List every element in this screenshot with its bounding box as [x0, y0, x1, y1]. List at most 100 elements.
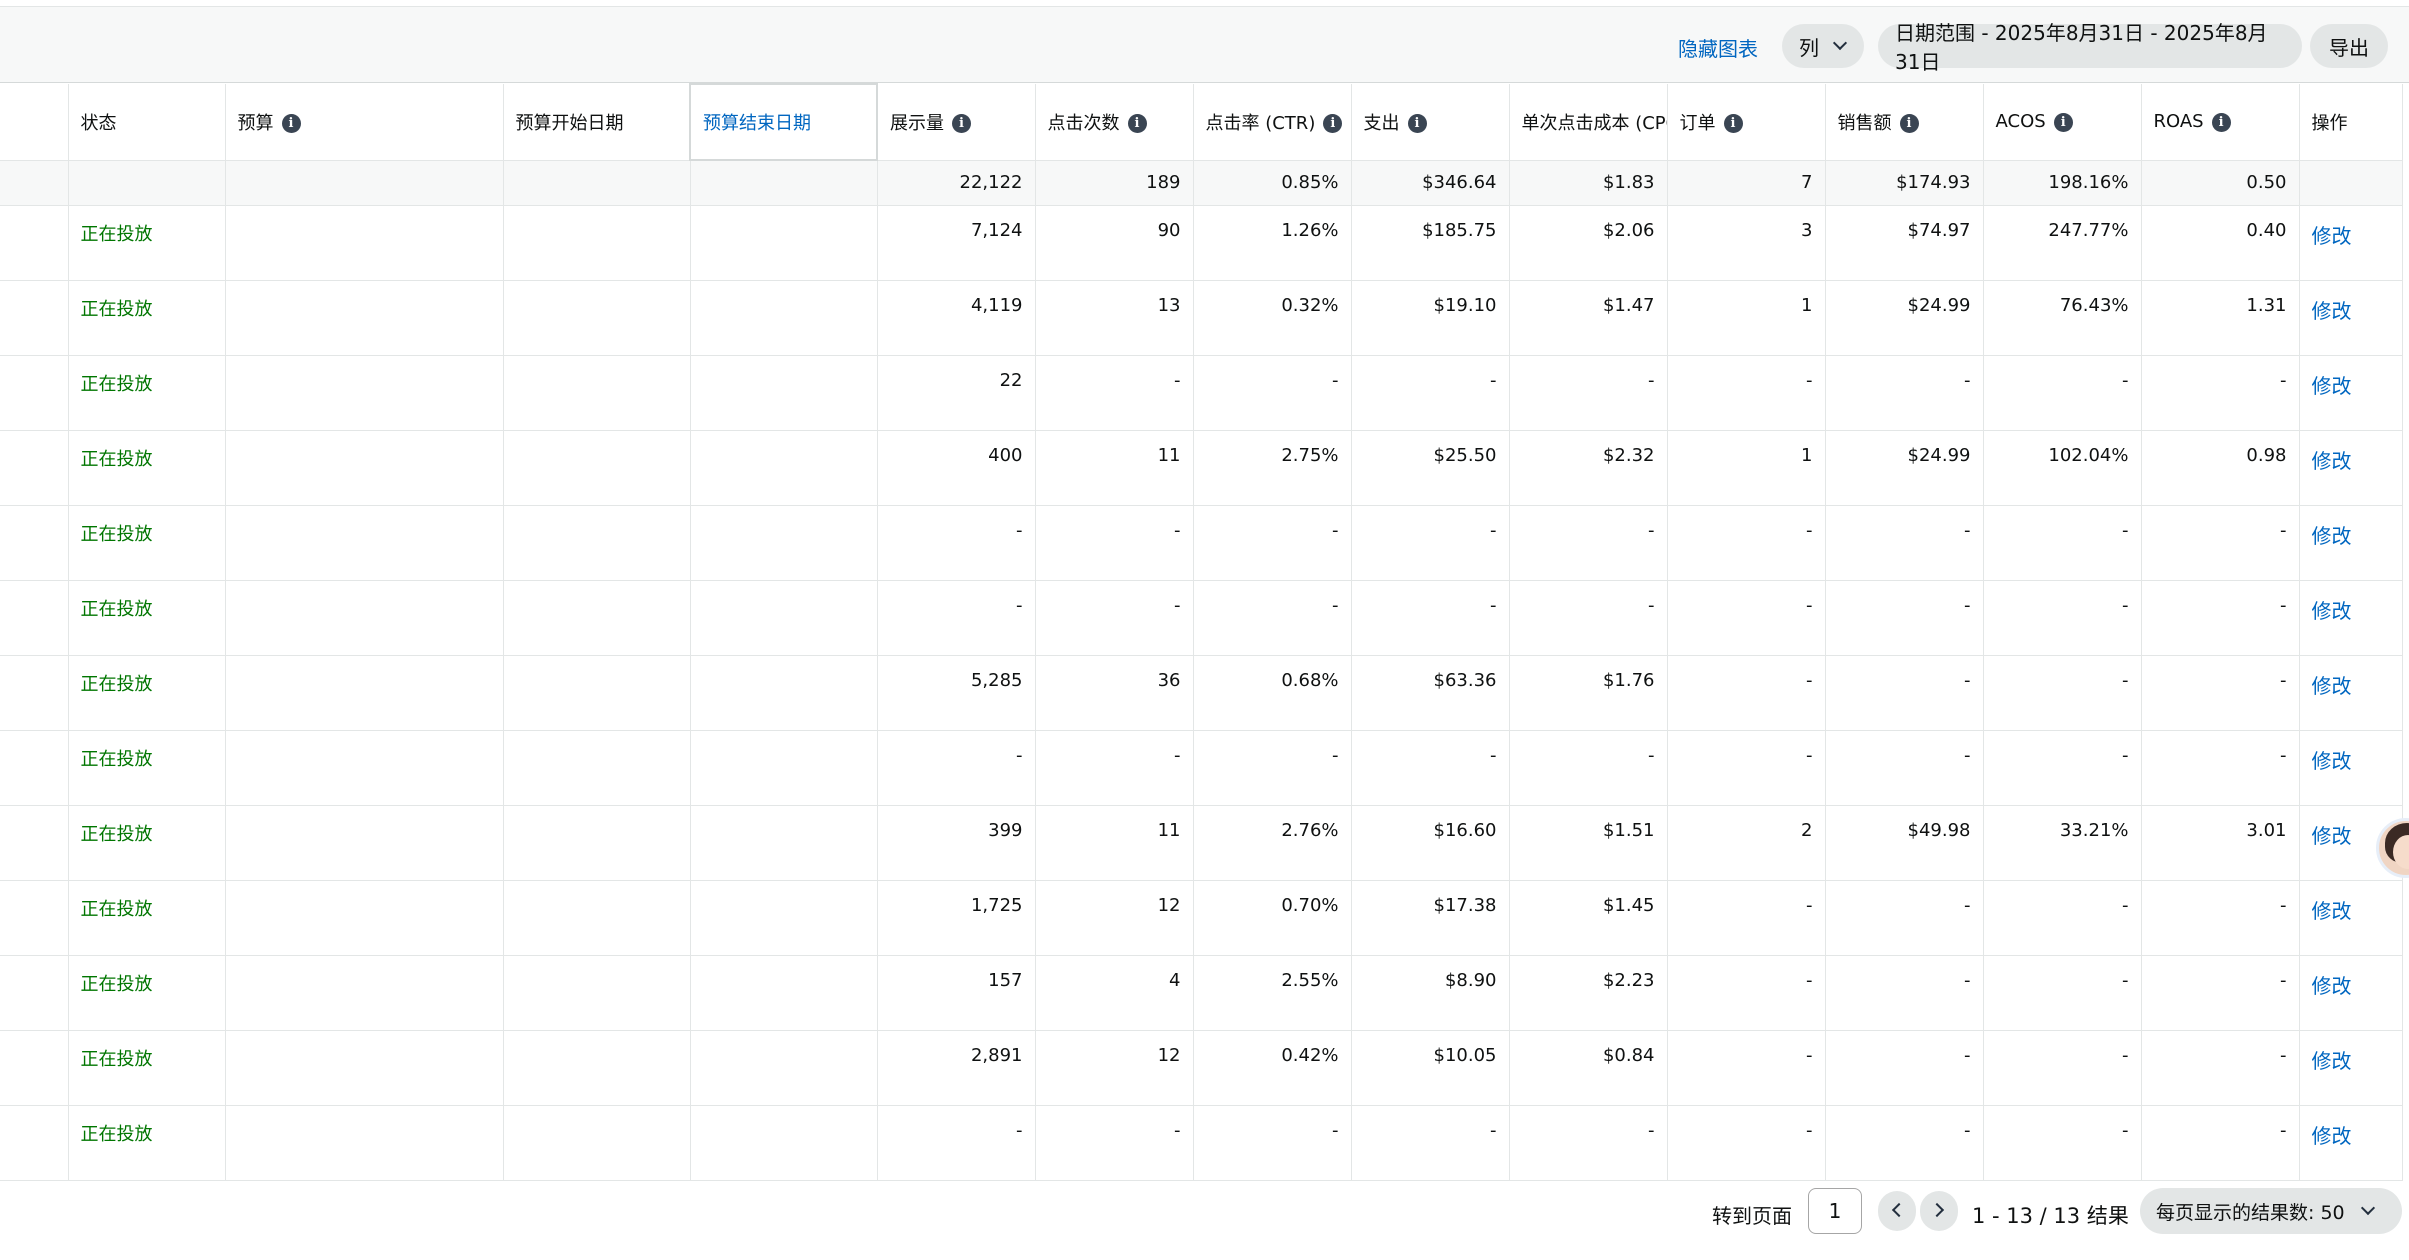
column-header[interactable]: 单次点击成本 (CPC)	[1509, 84, 1668, 161]
table-toolbar: 隐藏图表 列 日期范围 - 2025年8月31日 - 2025年8月31日 导出	[0, 7, 2409, 83]
metric-cell: -	[1667, 1030, 1826, 1106]
column-header-label: 预算结束日期	[703, 113, 811, 134]
metric-cell: 12	[1035, 1030, 1194, 1106]
column-header[interactable]: 点击次数 i	[1035, 84, 1194, 161]
budget-start-date-cell	[503, 430, 691, 506]
results-per-page-label: 每页显示的结果数: 50	[2156, 1201, 2345, 1224]
metric-cell: 400	[877, 430, 1036, 506]
metric-cell: -	[1825, 730, 1984, 806]
metric-cell: 0.98	[2141, 430, 2300, 506]
edit-link[interactable]: 修改	[2299, 955, 2403, 1031]
metric-cell: 399	[877, 805, 1036, 881]
metric-cell: -	[1983, 1030, 2142, 1106]
info-icon[interactable]: i	[1323, 114, 1343, 134]
column-header-label: 预算	[237, 112, 274, 134]
column-header[interactable]: 点击率 (CTR) i	[1193, 84, 1352, 161]
metric-cell: -	[1035, 580, 1194, 656]
info-icon[interactable]: i	[1723, 114, 1743, 134]
metric-cell: $1.51	[1509, 805, 1668, 881]
edit-link[interactable]: 修改	[2299, 1030, 2403, 1106]
column-header-label: 单次点击成本 (CPC)	[1521, 112, 1667, 134]
budget-end-date-cell	[690, 430, 878, 506]
budget-cell	[225, 430, 504, 506]
edit-link[interactable]: 修改	[2299, 1105, 2403, 1181]
budget-start-date-cell	[503, 880, 691, 956]
next-page-button[interactable]	[1920, 1191, 1958, 1231]
edit-link[interactable]: 修改	[2299, 355, 2403, 431]
totals-cell: 198.16%	[1983, 160, 2142, 206]
metric-cell: -	[1983, 580, 2142, 656]
metric-cell: -	[1351, 505, 1510, 581]
edit-link[interactable]: 修改	[2299, 730, 2403, 806]
metric-cell: -	[1509, 580, 1668, 656]
row-leading-cell	[0, 655, 69, 731]
info-icon[interactable]: i	[1127, 114, 1147, 134]
metric-cell: -	[1983, 655, 2142, 731]
column-header[interactable]: ACOS i	[1983, 84, 2142, 161]
column-header-label: 状态	[80, 112, 117, 134]
metric-cell: $2.23	[1509, 955, 1668, 1031]
edit-link[interactable]: 修改	[2299, 430, 2403, 506]
columns-dropdown[interactable]: 列	[1782, 24, 1864, 68]
edit-link[interactable]: 修改	[2299, 580, 2403, 656]
budget-cell	[225, 580, 504, 656]
row-leading-cell	[0, 505, 69, 581]
metric-cell: 76.43%	[1983, 280, 2142, 356]
totals-empty-cell	[0, 160, 69, 206]
metric-cell: -	[1825, 955, 1984, 1031]
info-icon[interactable]: i	[281, 114, 301, 134]
column-header[interactable]: 预算结束日期	[689, 83, 878, 161]
column-header-label: 操作	[2311, 112, 2348, 134]
metric-cell: -	[1667, 505, 1826, 581]
edit-link[interactable]: 修改	[2299, 205, 2403, 281]
metric-cell: -	[1667, 355, 1826, 431]
metric-cell: -	[1667, 955, 1826, 1031]
totals-empty-cell	[2299, 160, 2403, 206]
date-range-button[interactable]: 日期范围 - 2025年8月31日 - 2025年8月31日	[1878, 21, 2302, 74]
edit-link[interactable]: 修改	[2299, 880, 2403, 956]
info-icon[interactable]: i	[2211, 112, 2231, 132]
table-row: 正在投放 7,124 90 1.26% $185.75 $2.06 3 $74.97 247.7…	[0, 205, 2403, 281]
table-row: 正在投放 22- - - - - - - - 修改	[0, 355, 2403, 431]
metric-cell: $17.38	[1351, 880, 1510, 956]
edit-link[interactable]: 修改	[2299, 655, 2403, 731]
table-row: 正在投放 2,891 12 0.42% $10.05 $0.84- - - - 修改	[0, 1030, 2403, 1106]
column-header-label: 点击率 (CTR)	[1205, 112, 1316, 134]
metric-cell: 102.04%	[1983, 430, 2142, 506]
info-icon[interactable]: i	[2053, 112, 2073, 132]
info-icon[interactable]: i	[1899, 114, 1919, 134]
metric-cell: -	[1509, 505, 1668, 581]
status-cell: 正在投放	[68, 580, 226, 656]
info-icon[interactable]: i	[952, 114, 971, 134]
edit-link[interactable]: 修改	[2299, 280, 2403, 356]
column-header[interactable]: 订单 i	[1667, 84, 1826, 161]
column-header[interactable]: 操作	[2299, 84, 2403, 161]
metric-cell: 1	[1667, 430, 1826, 506]
results-per-page-dropdown[interactable]: 每页显示的结果数: 50	[2140, 1188, 2402, 1234]
metric-cell: 0.68%	[1193, 655, 1352, 731]
previous-page-button[interactable]	[1878, 1191, 1916, 1231]
goto-page-label: 转到页面	[1712, 1204, 1792, 1228]
info-icon[interactable]: i	[1407, 114, 1427, 134]
metric-cell: -	[2141, 880, 2300, 956]
metric-cell: -	[877, 580, 1036, 656]
export-label: 导出	[2329, 35, 2369, 60]
hide-chart-link[interactable]: 隐藏图表	[1678, 33, 1758, 62]
column-header[interactable]: 预算开始日期	[503, 84, 691, 161]
metric-cell: 0.32%	[1193, 280, 1352, 356]
column-header[interactable]: 展示量 i	[877, 84, 1036, 161]
column-header[interactable]: 状态	[68, 84, 226, 161]
column-header[interactable]: 销售额 i	[1825, 84, 1984, 161]
export-button[interactable]: 导出	[2310, 24, 2388, 68]
column-header[interactable]: ROAS i	[2141, 84, 2300, 161]
edit-link[interactable]: 修改	[2299, 505, 2403, 581]
metric-cell: $1.45	[1509, 880, 1668, 956]
page-number-input[interactable]	[1808, 1188, 1862, 1234]
totals-cell: 189	[1035, 160, 1194, 206]
metric-cell: $0.84	[1509, 1030, 1668, 1106]
metric-cell: -	[1035, 1105, 1194, 1181]
metric-cell: -	[1983, 730, 2142, 806]
column-header[interactable]: 预算 i	[225, 84, 504, 161]
column-header[interactable]: 支出 i	[1351, 84, 1510, 161]
metric-cell: 1	[1667, 280, 1826, 356]
